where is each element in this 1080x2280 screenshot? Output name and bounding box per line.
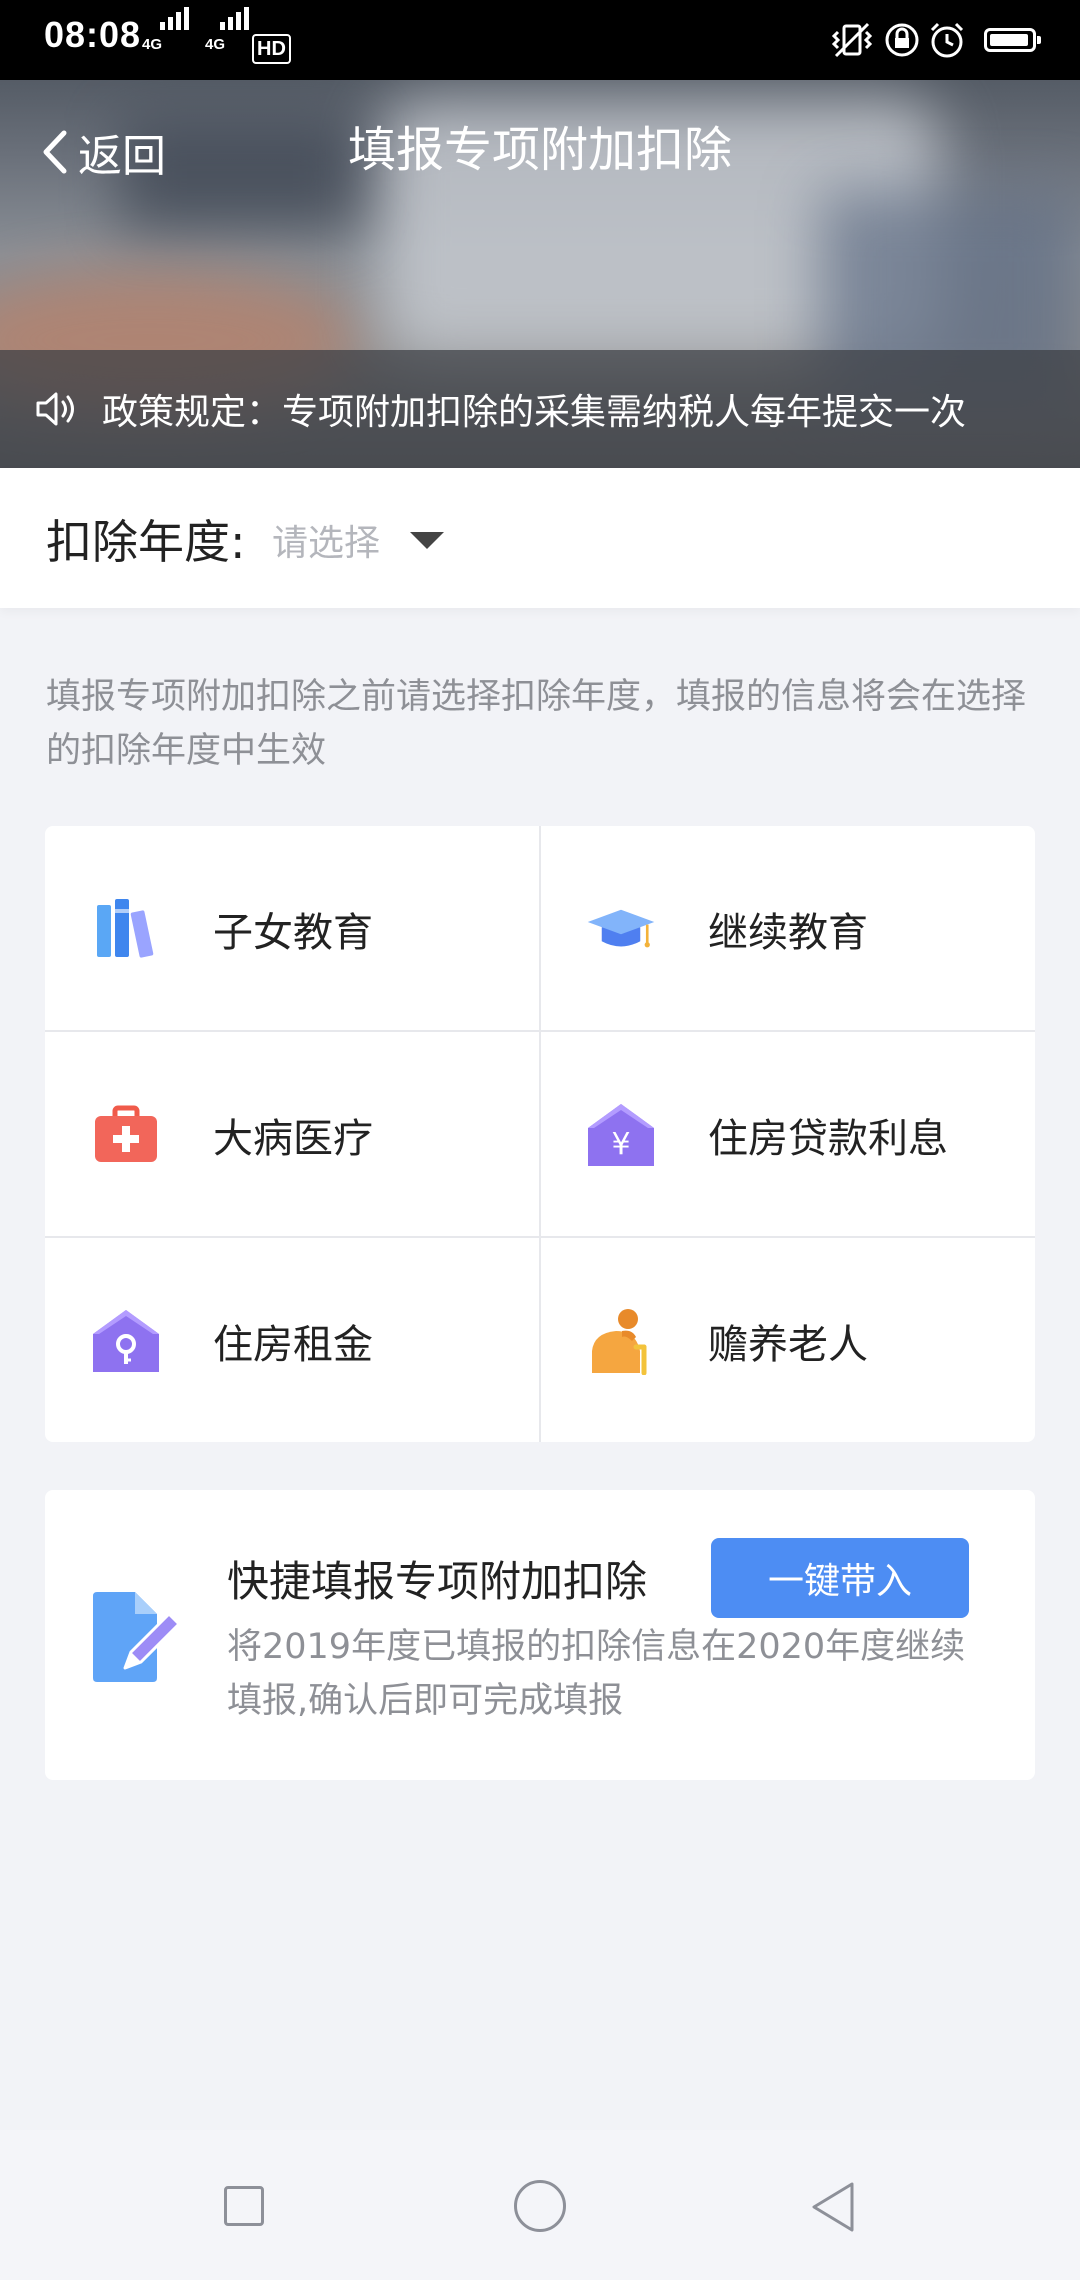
deduction-category-grid: 子女教育 继续教育 大病医疗 ¥ 住房贷款利息 住房租金 赡养老人 <box>45 826 1035 1442</box>
medical-kit-icon <box>91 1100 161 1170</box>
rotation-lock-icon <box>885 23 919 57</box>
dropdown-caret-icon <box>410 531 445 549</box>
chevron-left-icon <box>43 130 67 174</box>
quick-fill-card: 快捷填报专项附加扣除 一键带入 将2019年度已填报的扣除信息在2020年度继续… <box>45 1490 1035 1780</box>
category-children-education[interactable]: 子女教育 <box>45 826 540 1031</box>
year-hint-text: 填报专项附加扣除之前请选择扣除年度，填报的信息将会在选择的扣除年度中生效 <box>46 677 1027 771</box>
category-label: 继续教育 <box>708 909 868 956</box>
category-serious-illness[interactable]: 大病医疗 <box>45 1032 540 1237</box>
system-nav-bar <box>0 2130 1080 2280</box>
category-continuing-education[interactable]: 继续教育 <box>540 826 1035 1031</box>
books-icon <box>91 894 161 964</box>
category-label: 住房租金 <box>213 1321 373 1368</box>
category-housing-loan-interest[interactable]: ¥ 住房贷款利息 <box>540 1032 1035 1237</box>
alarm-icon <box>930 22 964 58</box>
category-housing-rent[interactable]: 住房租金 <box>45 1238 540 1443</box>
category-label: 住房贷款利息 <box>708 1115 948 1162</box>
network-type-left: 4G <box>142 36 163 53</box>
status-time: 08:08 <box>44 14 142 55</box>
battery-icon <box>984 28 1041 52</box>
year-select-placeholder: 请选择 <box>272 523 381 564</box>
back-button[interactable]: 返回 <box>40 112 166 192</box>
category-label: 大病医疗 <box>213 1115 373 1162</box>
hd-badge: HD <box>252 34 291 64</box>
house-yen-icon: ¥ <box>586 1100 656 1170</box>
house-key-icon <box>91 1306 161 1376</box>
quick-fill-title: 快捷填报专项附加扣除 <box>227 1557 648 1606</box>
edit-document-icon <box>91 1590 183 1688</box>
home-button[interactable] <box>514 2180 566 2232</box>
one-click-import-button[interactable]: 一键带入 <box>711 1538 969 1618</box>
graduation-cap-icon <box>586 894 656 964</box>
back-triangle-icon[interactable] <box>808 2180 858 2234</box>
recent-apps-button[interactable] <box>224 2186 264 2226</box>
status-bar: 08:08 4G 4G HD <box>0 0 1080 80</box>
category-label: 子女教育 <box>213 909 373 956</box>
header-banner: 填报专项附加扣除 返回 政策规定：专项附加扣除的采集需纳税人每年提交一次 <box>0 80 1080 468</box>
deduction-year-select[interactable]: 请选择 <box>272 514 445 566</box>
category-elderly-support[interactable]: 赡养老人 <box>540 1238 1035 1443</box>
back-label: 返回 <box>78 131 166 182</box>
svg-text:¥: ¥ <box>611 1127 630 1162</box>
deduction-year-label: 扣除年度: <box>46 515 246 569</box>
elderly-person-icon <box>586 1306 656 1376</box>
deduction-year-row: 扣除年度: 请选择 <box>0 468 1080 608</box>
category-label: 赡养老人 <box>708 1321 868 1368</box>
quick-fill-description: 将2019年度已填报的扣除信息在2020年度继续填报,确认后即可完成填报 <box>227 1627 966 1721</box>
speaker-icon <box>36 392 74 426</box>
vibrate-icon <box>831 22 873 58</box>
network-type-right: 4G <box>205 36 226 53</box>
policy-notice: 政策规定：专项附加扣除的采集需纳税人每年提交一次 <box>0 350 1080 468</box>
policy-notice-text: 政策规定：专项附加扣除的采集需纳税人每年提交一次 <box>102 392 967 433</box>
